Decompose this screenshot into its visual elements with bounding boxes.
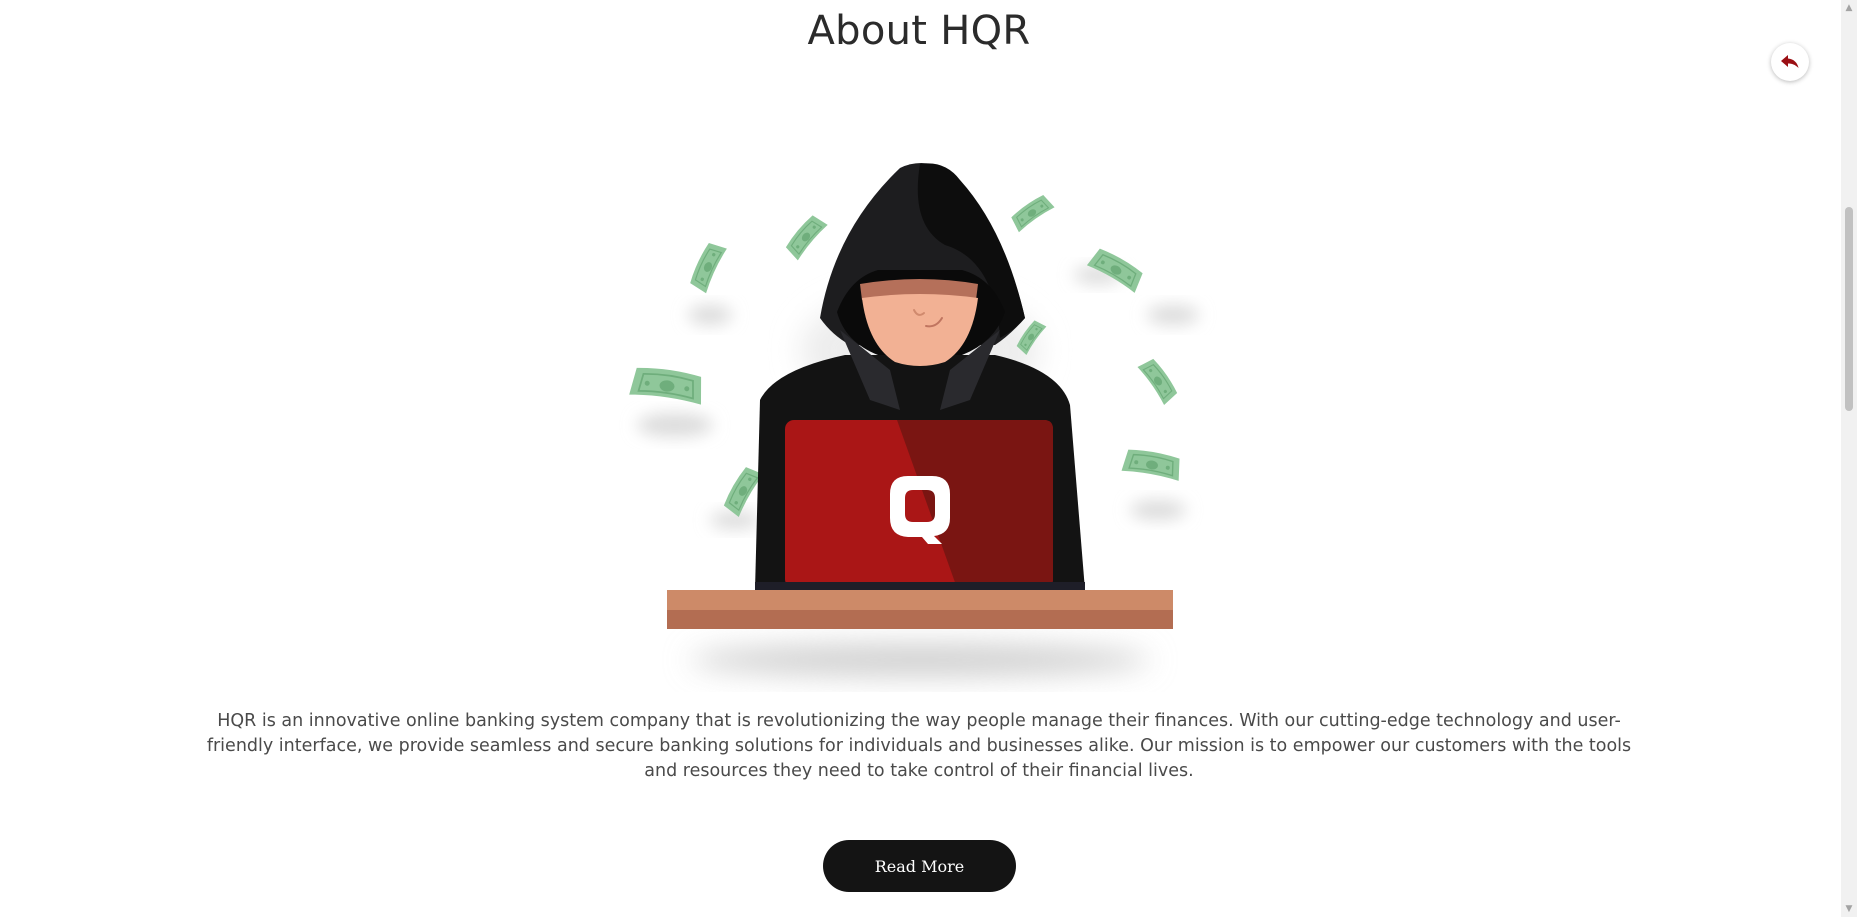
about-page: About HQR HQR is an innovative online ba… <box>0 0 1857 917</box>
scroll-up-icon[interactable]: ▲ <box>1841 0 1857 16</box>
about-description: HQR is an innovative online banking syst… <box>206 711 1632 781</box>
scroll-down-icon[interactable]: ▼ <box>1841 901 1857 917</box>
read-more-button[interactable]: Read More <box>823 840 1016 892</box>
page-title: About HQR <box>807 8 1031 54</box>
vertical-scrollbar[interactable]: ▲ ▼ <box>1841 0 1857 917</box>
scrollbar-thumb[interactable] <box>1845 207 1853 411</box>
hacker-illustration <box>628 163 1199 676</box>
reply-arrow-icon <box>1781 55 1799 68</box>
back-button[interactable] <box>1771 43 1809 81</box>
